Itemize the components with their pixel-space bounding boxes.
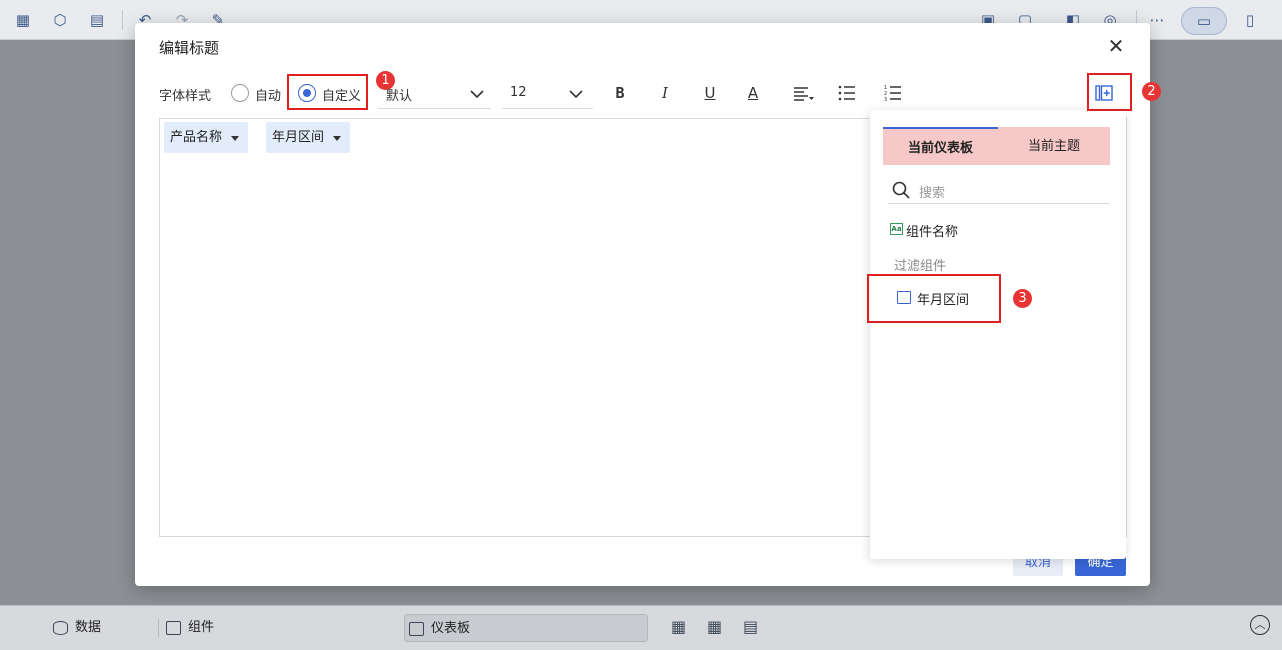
italic-button[interactable]: I xyxy=(652,81,678,105)
insert-field-icon[interactable] xyxy=(1095,84,1113,102)
step-badge-3: 3 xyxy=(1013,289,1032,308)
field-tag-product-name[interactable]: 产品名称 xyxy=(164,122,249,153)
font-color-button[interactable]: A xyxy=(740,81,766,105)
radio-auto-label: 自动 xyxy=(255,89,282,104)
search-field[interactable]: 搜索 xyxy=(888,177,1109,204)
tab-divider xyxy=(158,619,159,637)
filter-item-year-month-range[interactable]: 年月区间 xyxy=(917,289,969,308)
insert-field-panel: 当前仪表板 当前主题 搜索 Aa 组件名称 过滤组件 年月区间 xyxy=(870,110,1126,559)
tab-current-dashboard[interactable]: 当前仪表板 xyxy=(883,127,998,165)
desktop-icon: ▭ xyxy=(1196,12,1212,30)
component-name-item[interactable]: 组件名称 xyxy=(906,221,958,240)
radio-auto[interactable] xyxy=(231,84,249,102)
collapse-up-icon[interactable]: ︿ xyxy=(1250,615,1270,635)
calendar-icon xyxy=(897,291,911,304)
radio-custom-label: 自定义 xyxy=(322,89,362,104)
toolbar-divider xyxy=(122,10,123,30)
bold-button[interactable]: B xyxy=(607,81,633,105)
tag-label: 产品名称 xyxy=(170,130,223,145)
more-icon[interactable]: ⋯ xyxy=(1147,10,1167,30)
add-table-icon[interactable]: ▦ xyxy=(13,10,33,30)
step-badge-1: 1 xyxy=(376,71,395,90)
bullet-list-icon[interactable] xyxy=(838,85,856,101)
chevron-down-icon xyxy=(470,90,484,99)
font-family-select[interactable]: 默认 xyxy=(378,79,491,109)
chevron-down-icon xyxy=(569,90,583,99)
add-cube-icon[interactable]: ⬡ xyxy=(50,10,70,30)
text-aa-icon: Aa xyxy=(890,223,903,235)
add-list-icon[interactable]: ▤ xyxy=(743,617,758,636)
add-table-icon[interactable]: ▦ xyxy=(671,617,686,636)
tab-current-theme[interactable]: 当前主题 xyxy=(998,127,1110,165)
dialog-title: 编辑标题 xyxy=(159,39,220,57)
svg-text:3: 3 xyxy=(884,97,887,101)
format-toolbar: 字体样式 自动 自定义 默认 12 B I U A 1 2 3 xyxy=(135,73,1150,113)
radio-custom[interactable] xyxy=(298,84,316,102)
font-style-label: 字体样式 xyxy=(159,89,212,104)
dashboard-icon xyxy=(409,622,424,636)
caret-down-icon[interactable] xyxy=(231,136,240,141)
add-grid-icon[interactable]: ▦ xyxy=(707,617,722,636)
search-placeholder: 搜索 xyxy=(919,186,946,201)
bottom-tab-label: 数据 xyxy=(75,620,102,635)
field-tag-year-month-range[interactable]: 年月区间 xyxy=(266,122,351,153)
align-icon[interactable] xyxy=(793,86,815,102)
bottom-tab-data[interactable]: 数据 xyxy=(49,614,129,642)
tag-label: 年月区间 xyxy=(272,130,325,145)
chart-icon xyxy=(166,621,181,635)
caret-down-icon[interactable] xyxy=(333,136,342,141)
filter-group-label: 过滤组件 xyxy=(894,259,947,274)
bottom-tab-label: 仪表板 xyxy=(431,621,471,636)
font-size-value: 12 xyxy=(510,85,527,100)
step-badge-2: 2 xyxy=(1142,82,1161,101)
search-icon xyxy=(892,181,910,199)
close-icon[interactable]: ✕ xyxy=(1105,35,1127,57)
mobile-icon[interactable]: ▯ xyxy=(1240,10,1260,30)
database-icon xyxy=(53,621,68,635)
bottom-tab-label: 组件 xyxy=(188,620,215,635)
underline-button[interactable]: U xyxy=(697,81,723,105)
numbered-list-icon[interactable]: 1 2 3 xyxy=(884,84,902,101)
bottom-tab-dashboard[interactable]: 仪表板 xyxy=(404,614,648,642)
bottom-bar: 数据 组件 仪表板 ▦ ▦ ▤ ︿ xyxy=(0,605,1282,650)
bottom-tab-component[interactable]: 组件 xyxy=(162,614,242,642)
add-list-icon[interactable]: ▤ xyxy=(87,10,107,30)
font-size-select[interactable]: 12 xyxy=(502,79,593,109)
